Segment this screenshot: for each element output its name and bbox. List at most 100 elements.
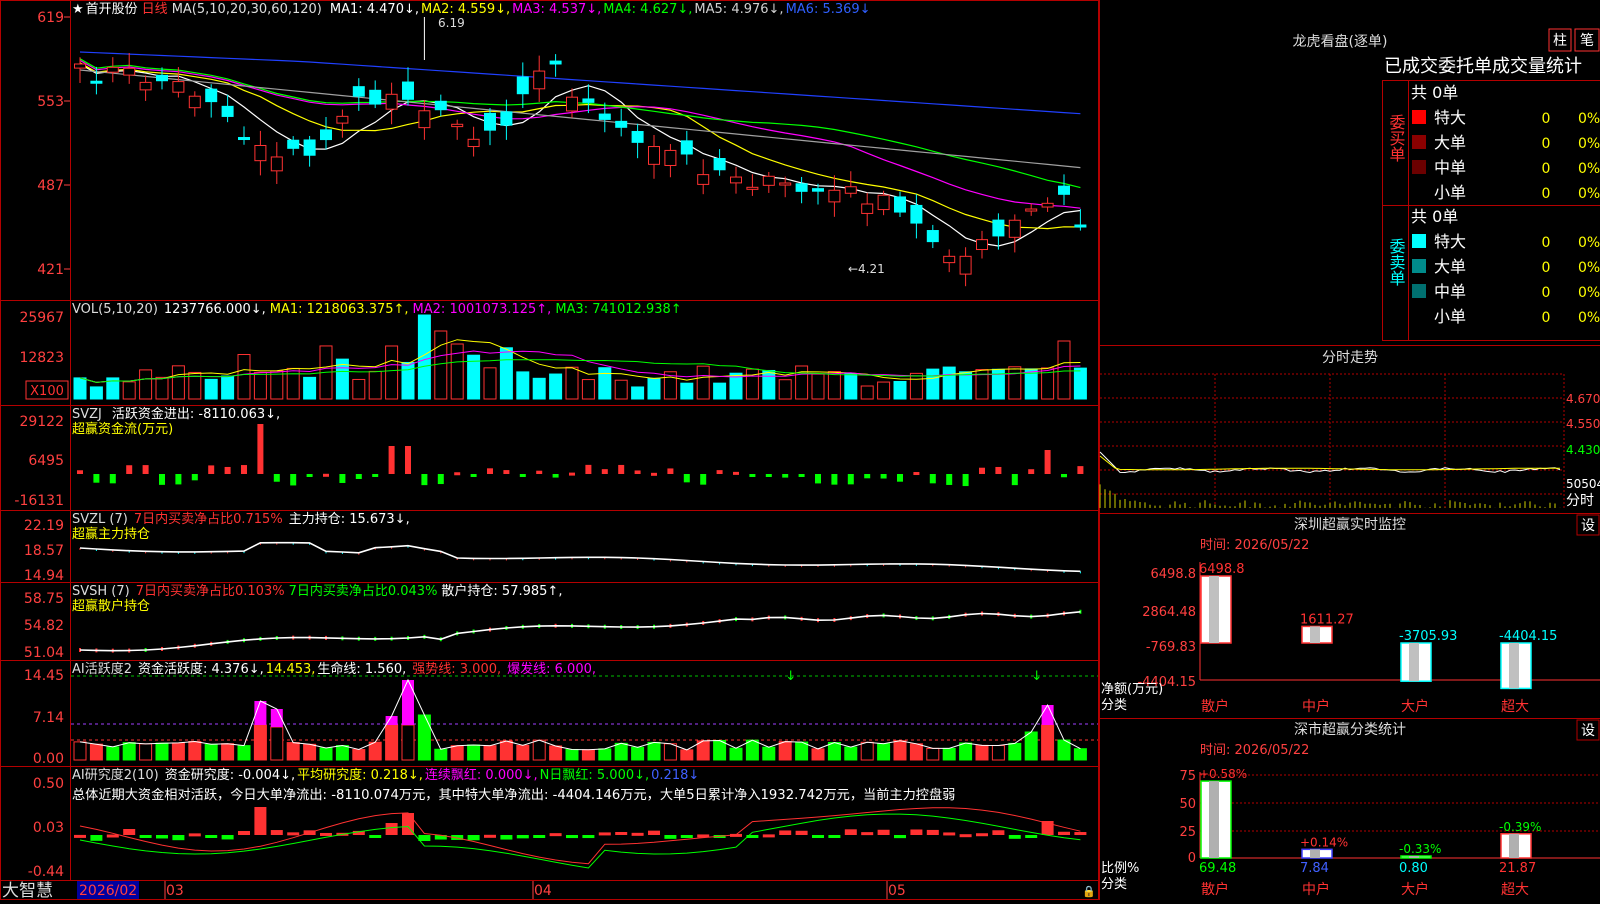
ai-research-bar: [533, 835, 545, 838]
date-tick[interactable]: 2026/02: [79, 883, 137, 899]
sz-monitor-value: 1611.27: [1300, 612, 1354, 627]
buy-row-label: 大单: [1434, 133, 1466, 152]
ai-active-bar: [451, 746, 463, 760]
svzj-bar: [635, 470, 641, 474]
ai-active-bar: [205, 744, 217, 760]
volume-axis: 25967 12823: [19, 310, 64, 366]
intraday-panel[interactable]: 分时走势 4.670 4.550 4.430 50504 分时: [1100, 350, 1600, 509]
sz-monitor-category: 散户: [1201, 698, 1229, 715]
date-tick[interactable]: 05: [888, 883, 906, 899]
volume-title: VOL(5,10,20)1237766.000↓,MA1: 1218063.37…: [72, 302, 682, 317]
volume-ma-lines: [80, 340, 1080, 383]
sz-monitor-value: -4404.15: [1499, 629, 1557, 644]
sz-class-category: 散户: [1201, 881, 1229, 898]
sell-color-swatch: [1412, 309, 1426, 323]
ai-research-bar: [796, 831, 808, 835]
ai-active-bar: [861, 742, 873, 760]
volume-bars[interactable]: [74, 315, 1086, 399]
sz-monitor-bars[interactable]: 6498.8散户1611.27中户-3705.93大户-4404.15超大: [1199, 562, 1557, 715]
ai-research-bar: [123, 829, 135, 835]
sz-class-settings-label[interactable]: 设: [1581, 723, 1595, 739]
sz-class-axis: 75 50 25 0: [1179, 769, 1196, 866]
svzj-bar: [782, 474, 788, 478]
candle-body: [452, 124, 463, 126]
ai-active-bar: [714, 740, 726, 760]
buy-row-pct: 0%: [1578, 161, 1600, 177]
candle-body: [681, 141, 692, 154]
sz-monitor-panel[interactable]: 深圳超赢实时监控 设 时间: 2026/05/22 6498.8 2864.48…: [1101, 515, 1600, 715]
date-tick[interactable]: 04: [534, 883, 552, 899]
volume-bar: [566, 367, 578, 399]
date-tick[interactable]: 03: [166, 883, 184, 899]
volume-bar: [681, 383, 693, 399]
sz-class-change: -0.39%: [1499, 820, 1541, 834]
candle-body: [255, 145, 266, 160]
ai-active-bar: [156, 743, 168, 760]
price-low-mark: ←4.21: [848, 262, 885, 276]
ai-active-bar: [550, 746, 562, 760]
ai-active-bar: [336, 746, 348, 760]
ai-research-bar: [418, 835, 430, 841]
ai-research-bars[interactable]: [74, 807, 1086, 868]
stock-title[interactable]: ★首开股份日线MA(5,10,20,30,60,120)MA1: 4.470↓,…: [72, 2, 871, 17]
ai-research-bar: [550, 833, 562, 836]
svsh-subtitle: 超赢散户持仓: [72, 598, 150, 614]
ai-research-bar: [992, 830, 1004, 835]
ai-active-bar: [304, 744, 316, 760]
volume-bar: [615, 380, 627, 399]
buy-row-label: 中单: [1434, 158, 1466, 177]
candle-body: [911, 205, 922, 223]
intraday-title: 分时走势: [1322, 350, 1378, 366]
vol-tick: 12823: [19, 350, 64, 366]
svzj-bar: [569, 473, 575, 476]
sz-class-panel[interactable]: 深市超赢分类统计 设 时间: 2026/05/22 75 50 25 0 比例%…: [1101, 720, 1600, 898]
lock-icon[interactable]: 🔒: [1082, 885, 1096, 898]
volume-bar: [796, 366, 808, 399]
svzj-bar: [241, 465, 247, 474]
sz-class-cat-title: 分类: [1101, 877, 1127, 892]
svsh-tick: 58.75: [24, 591, 64, 607]
ai-research-bar: [763, 834, 775, 837]
svzl-line: [80, 543, 1080, 574]
sell-row-label: 中单: [1434, 282, 1466, 301]
volume-bar: [714, 383, 726, 399]
buy-row-count: 0: [1542, 136, 1551, 152]
svzj-bar: [585, 465, 591, 474]
sz-monitor-settings-label[interactable]: 设: [1581, 518, 1595, 534]
volume-bar: [861, 386, 873, 399]
vol-unit: X100: [30, 384, 64, 399]
ai-research-header: AI研究度2(10)资金研究度: -0.004↓,平均研究度: 0.218↓,连…: [72, 767, 955, 803]
svzj-bar: [520, 474, 526, 477]
svzl-polyline: [80, 543, 1080, 572]
ai-active-bar: [910, 744, 922, 760]
column-view-label[interactable]: 柱: [1553, 33, 1567, 49]
sz-class-value: 21.87: [1499, 861, 1536, 876]
candle-body: [534, 71, 545, 89]
svsh-line: [79, 610, 1081, 653]
volume-bar: [369, 371, 381, 399]
ai-active-bars[interactable]: ↓↓: [74, 669, 1086, 760]
candle-body: [845, 187, 856, 194]
ai-research-bar: [172, 835, 184, 840]
volume-bar: [435, 331, 447, 399]
sz-class-bars[interactable]: +0.58%69.48散户+0.14%7.84中户-0.33%0.80大户-0.…: [1199, 767, 1541, 898]
ai-active-bar: [812, 749, 824, 760]
candle-body: [222, 106, 233, 116]
svg-text:50: 50: [1179, 797, 1196, 812]
tick-view-label[interactable]: 笔: [1580, 33, 1594, 49]
ma-line: [80, 59, 1080, 188]
ma3-value: MA3: 4.537↓,: [512, 2, 601, 17]
price-panel[interactable]: 6.19 ←4.21: [75, 16, 1086, 286]
candle-body: [124, 68, 135, 75]
svzj-bar: [536, 471, 542, 474]
ai-active-bar: [681, 750, 693, 760]
ai-active-bar: [74, 742, 86, 760]
ai-research-bar: [484, 835, 496, 838]
sz-class-bar-shade: [1509, 834, 1519, 858]
ai-active-tick: 7.14: [33, 710, 64, 726]
candle-body: [91, 81, 102, 83]
svzj-bars[interactable]: [77, 424, 1083, 486]
sz-monitor-bar-shade: [1310, 626, 1320, 643]
svzj-header: SVZJ活跃资金进出: -8110.063↓, 超赢资金流(万元): [72, 406, 280, 437]
ai-active-bar: [107, 747, 119, 760]
